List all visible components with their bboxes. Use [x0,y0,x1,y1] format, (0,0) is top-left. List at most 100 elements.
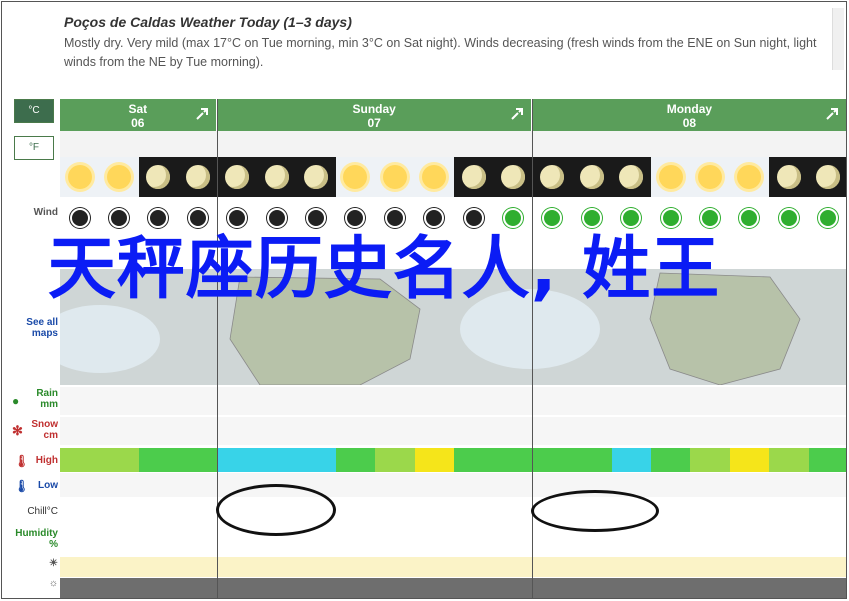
sky-cell [335,157,376,197]
chill-cell [730,499,769,523]
moon-icon [540,165,565,189]
humidity-cell [178,529,217,553]
low-temp-cell [178,473,218,497]
expand-icon[interactable] [194,106,210,122]
rain-cell [611,387,651,415]
time-cell [375,131,415,157]
rain-cell [217,387,257,415]
sky-cell [493,157,533,197]
high-title: High [35,455,58,466]
day-header[interactable]: Sat 06 [60,99,218,131]
rain-cell [729,387,770,415]
humidity-cell [454,529,493,553]
snow-cell [60,417,100,445]
highlight-ellipse [215,484,336,536]
moon-icon [461,165,486,189]
time-cell [651,131,691,157]
humidity-label: Humidity % [4,528,58,550]
snow-cell [651,417,691,445]
overlay-text: 天秤座历史名人, 姓王 [47,230,721,309]
snow-cell [729,417,770,445]
high-temp-cell [138,448,179,472]
moon-icon [146,165,171,189]
sun-icon [658,165,683,189]
maps-label[interactable]: maps [4,328,58,339]
sky-cell [611,157,651,197]
sky-cell [651,157,691,197]
rain-cell [572,387,612,415]
high-temp-cell [493,448,533,472]
day-header[interactable]: Monday 08 [532,99,846,131]
time-cell [414,131,454,157]
sunrise-cell [60,557,218,577]
sky-cell [532,157,573,197]
expand-icon[interactable] [509,106,525,122]
sky-cell [454,157,494,197]
high-label: 🌡 High [4,454,58,468]
humidity-cell [375,529,414,553]
time-cell [454,131,494,157]
snow-cell [454,417,494,445]
day-name: Monday [666,102,713,116]
rain-cell [375,387,415,415]
moon-icon [776,165,801,189]
chill-cell [454,499,493,523]
time-cell [690,131,730,157]
sunset-icon: ☼ [48,578,58,589]
sun-icon [67,165,92,189]
sun-icon [107,165,132,189]
overlay-caption: 天秤座历史名人, 姓王 [14,218,754,322]
humidity-cell [651,529,690,553]
high-temp-cell [178,448,218,472]
day-date: 06 [131,116,145,130]
time-cell [217,131,257,157]
rain-icon: ● [12,394,20,408]
snow-cell [572,417,612,445]
time-cell [178,131,218,157]
rain-cell [808,387,846,415]
rain-cell [60,387,100,415]
chill-cell [375,499,414,523]
time-cell [257,131,297,157]
day-divider [216,99,218,598]
snow-cell [296,417,336,445]
sky-cell [690,157,730,197]
low-temp-cell [414,473,454,497]
rain-cell [138,387,179,415]
sky-cell [414,157,454,197]
humidity-cell [60,529,99,553]
rain-cell [651,387,691,415]
celsius-button[interactable]: °C [14,99,54,123]
humidity-cell [690,529,729,553]
sky-cell [375,157,415,197]
sunrise-cell [217,557,376,577]
fahrenheit-button[interactable]: °F [14,136,54,160]
time-cell [808,131,846,157]
wind-label: Wind [33,207,58,218]
chill-cell [99,499,138,523]
high-temp-cell [808,448,846,472]
snow-cell [690,417,730,445]
high-temp-cell [375,448,415,472]
high-temp-cell [729,448,770,472]
sunrise-icon: ☀︎ [49,558,58,569]
expand-icon[interactable] [824,106,840,122]
weather-widget: Poços de Caldas Weather Today (1–3 days)… [1,1,847,599]
high-temp-cell [217,448,257,472]
scrollbar[interactable] [832,8,844,70]
low-temp-cell [454,473,494,497]
rain-cell [178,387,218,415]
sunrise-cell [532,557,691,577]
high-temp-cell [611,448,651,472]
low-temp-cell [808,473,846,497]
day-header[interactable]: Sunday 07 [217,99,533,131]
rain-cell [454,387,494,415]
high-temp-cell [454,448,494,472]
low-temp-cell [729,473,770,497]
moon-icon [619,165,644,189]
high-temp-cell [769,448,809,472]
day-date: 08 [682,116,697,130]
sun-icon [382,165,407,189]
humidity-cell [493,529,532,553]
high-temp-cell [572,448,612,472]
